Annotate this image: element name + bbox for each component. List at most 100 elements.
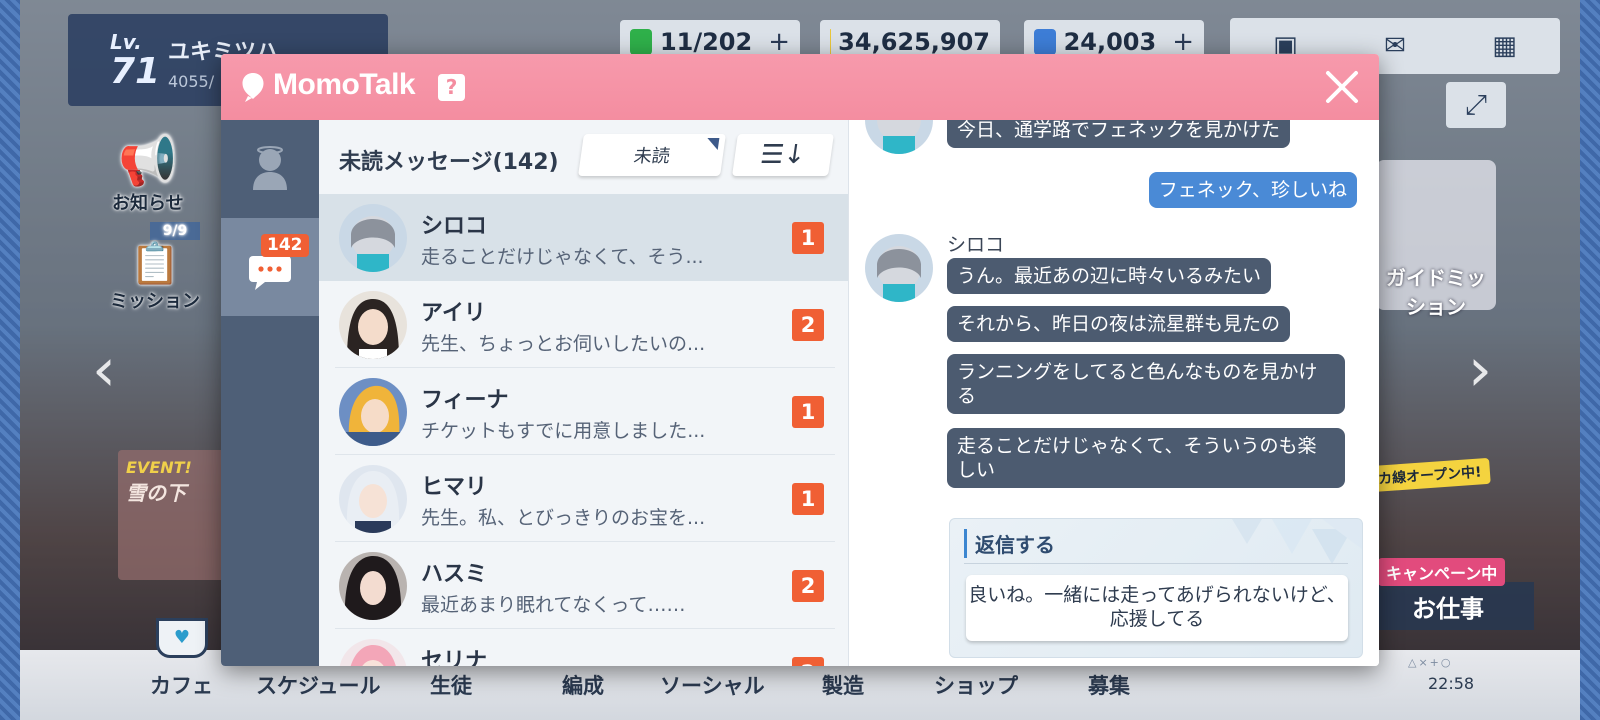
expand-icon: ⤢ — [1464, 88, 1488, 121]
chat-message: 走ることだけじゃなくて、そういうのも楽しい — [947, 428, 1345, 488]
reply-option-button[interactable]: 良いね。一緒には走ってあげられないけど、応援してる — [966, 575, 1348, 641]
contact-name: ハスミ — [421, 562, 488, 587]
momotalk-header: MomoTalk ? — [221, 54, 1379, 120]
unread-badge: 2 — [792, 309, 824, 341]
close-icon[interactable] — [1323, 68, 1361, 106]
mission-button[interactable]: 9/9 📋 ミッション — [110, 222, 200, 313]
contact-name: セリナ — [421, 649, 488, 666]
guide-mission-label: ガイドミッション — [1386, 266, 1486, 319]
nav-formation[interactable]: 編成 — [562, 670, 604, 700]
sender-avatar — [865, 234, 933, 302]
triangle-pattern — [1232, 519, 1362, 564]
mission-label: ミッション — [110, 291, 200, 312]
contact-item[interactable]: ヒマリ 先生。私、とびっきりのお宝を... 1 — [319, 455, 848, 542]
contact-name: シロコ — [421, 214, 488, 239]
reply-panel: 返信する 良いね。一緒には走ってあげられないけど、応援してる — [949, 518, 1363, 658]
avatar — [339, 465, 407, 533]
message-list-panel: 未読メッセージ(142) 未読 ☰↓ シロコ 走ることだけじゃなくて、そう...… — [319, 120, 849, 666]
event-label: EVENT! — [126, 458, 192, 477]
plus-icon[interactable]: + — [1172, 27, 1194, 57]
level-value: 71 — [110, 51, 161, 92]
unread-badge: 1 — [792, 396, 824, 428]
event-banner[interactable]: EVENT! 雪の下 — [118, 450, 238, 580]
student-silhouette-icon — [253, 146, 287, 190]
chat-bubble-icon — [249, 256, 291, 290]
button-symbols: △×+○ — [1408, 656, 1453, 669]
mission-count: 9/9 — [150, 222, 200, 240]
chat-message: ランニングをしてると色んなものを見かける — [947, 354, 1345, 414]
dropdown-triangle-icon — [705, 138, 720, 150]
right-border-stripe — [1580, 0, 1600, 720]
unread-messages-title: 未読メッセージ(142) — [339, 150, 559, 175]
momotalk-dialog: MomoTalk ? 142 未読メッセージ(142) 未読 ☰↓ シロコ 走る… — [221, 54, 1379, 666]
megaphone-icon: 📢 — [117, 133, 178, 189]
unread-badge: 2 — [792, 570, 824, 602]
contact-item[interactable]: シロコ 走ることだけじゃなくて、そう... 1 — [319, 194, 848, 281]
contact-preview: 先生、ちょっとお伺いしたいの... — [421, 333, 706, 355]
nav-crafting[interactable]: 製造 — [822, 670, 864, 700]
clock: 22:58 — [1428, 674, 1475, 693]
left-arrow-icon[interactable]: ‹ — [92, 335, 116, 405]
lightning-icon — [630, 29, 652, 55]
unread-badge: 2 — [792, 657, 824, 666]
unread-badge: 1 — [792, 483, 824, 515]
contact-item[interactable]: ハスミ 最近あまり眠れてなくって…… 2 — [319, 542, 848, 629]
avatar — [339, 204, 407, 272]
contact-preview: チケットもすでに用意しました... — [421, 420, 706, 442]
momotalk-tab-bar: 142 — [221, 120, 319, 666]
my-message: フェネック、珍しいね — [1148, 172, 1357, 208]
event-title: 雪の下 — [126, 481, 186, 505]
mail-icon[interactable]: ✉ — [1384, 31, 1406, 61]
contact-name: フィーナ — [421, 388, 509, 413]
nav-schedule[interactable]: スケジュール — [256, 670, 381, 700]
contact-preview: 走ることだけじゃなくて、そう... — [421, 246, 704, 268]
chat-message: うん。最近あの辺に時々いるみたい — [947, 258, 1272, 294]
tab-students[interactable] — [221, 120, 319, 218]
nav-cafe[interactable]: カフェ — [150, 670, 213, 700]
help-button[interactable]: ? — [438, 74, 465, 101]
cafe-cup-icon[interactable]: ♥ — [156, 618, 208, 658]
nav-shop[interactable]: ショップ — [934, 670, 1018, 700]
chat-message: 今日、通学路でフェネックを見かけた — [947, 120, 1291, 148]
contact-name: ヒマリ — [421, 475, 488, 500]
notice-button[interactable]: 📢 お知らせ — [112, 132, 184, 215]
nav-social[interactable]: ソーシャル — [660, 670, 765, 700]
tab-messages[interactable]: 142 — [221, 218, 319, 316]
avatar — [339, 552, 407, 620]
notice-label: お知らせ — [112, 193, 184, 214]
avatar — [339, 291, 407, 359]
sender-avatar — [865, 120, 933, 154]
clipboard-icon: 📋 — [130, 241, 180, 287]
momotalk-title: MomoTalk — [273, 68, 416, 101]
credits-value: 34,625,907 — [838, 28, 990, 56]
nav-recruit[interactable]: 募集 — [1088, 670, 1130, 700]
reply-header: 返信する — [964, 529, 1055, 558]
fullscreen-button[interactable]: ⤢ — [1446, 82, 1506, 128]
contact-item[interactable]: アイリ 先生、ちょっとお伺いしたいの... 2 — [319, 281, 848, 368]
sender-name: シロコ — [947, 234, 1005, 256]
pyroxene-icon — [1034, 29, 1056, 55]
unread-count-badge: 142 — [261, 234, 309, 257]
unread-badge: 1 — [792, 222, 824, 254]
player-level: Lv. 71 — [110, 30, 160, 90]
contact-preview: 最近あまり眠れてなくって…… — [421, 594, 686, 616]
player-exp: 4055/ — [168, 72, 215, 91]
nav-students[interactable]: 生徒 — [430, 670, 472, 700]
divider — [964, 563, 1348, 564]
right-arrow-icon[interactable]: › — [1468, 335, 1492, 405]
sort-button[interactable]: ☰↓ — [732, 134, 834, 176]
peach-icon — [242, 73, 264, 102]
contact-item[interactable]: セリナ 2 — [319, 629, 848, 666]
filter-label: 未読 — [632, 146, 672, 167]
chat-message: それから、昨日の夜は流星群も見たの — [947, 306, 1291, 342]
chat-panel: 今日、通学路でフェネックを見かけた フェネック、珍しいね シロコ うん。最近あの… — [849, 120, 1379, 666]
avatar — [339, 639, 407, 666]
work-button[interactable]: お仕事 — [1362, 582, 1534, 630]
grid-menu-icon[interactable]: ▦ — [1492, 31, 1517, 61]
contact-name: アイリ — [421, 301, 486, 326]
contact-item[interactable]: フィーナ チケットもすでに用意しました... 1 — [319, 368, 848, 455]
contact-preview: 先生。私、とびっきりのお宝を... — [421, 507, 706, 529]
filter-dropdown[interactable]: 未読 — [578, 134, 726, 176]
plus-icon[interactable]: + — [768, 27, 790, 57]
left-border-stripe — [0, 0, 20, 720]
